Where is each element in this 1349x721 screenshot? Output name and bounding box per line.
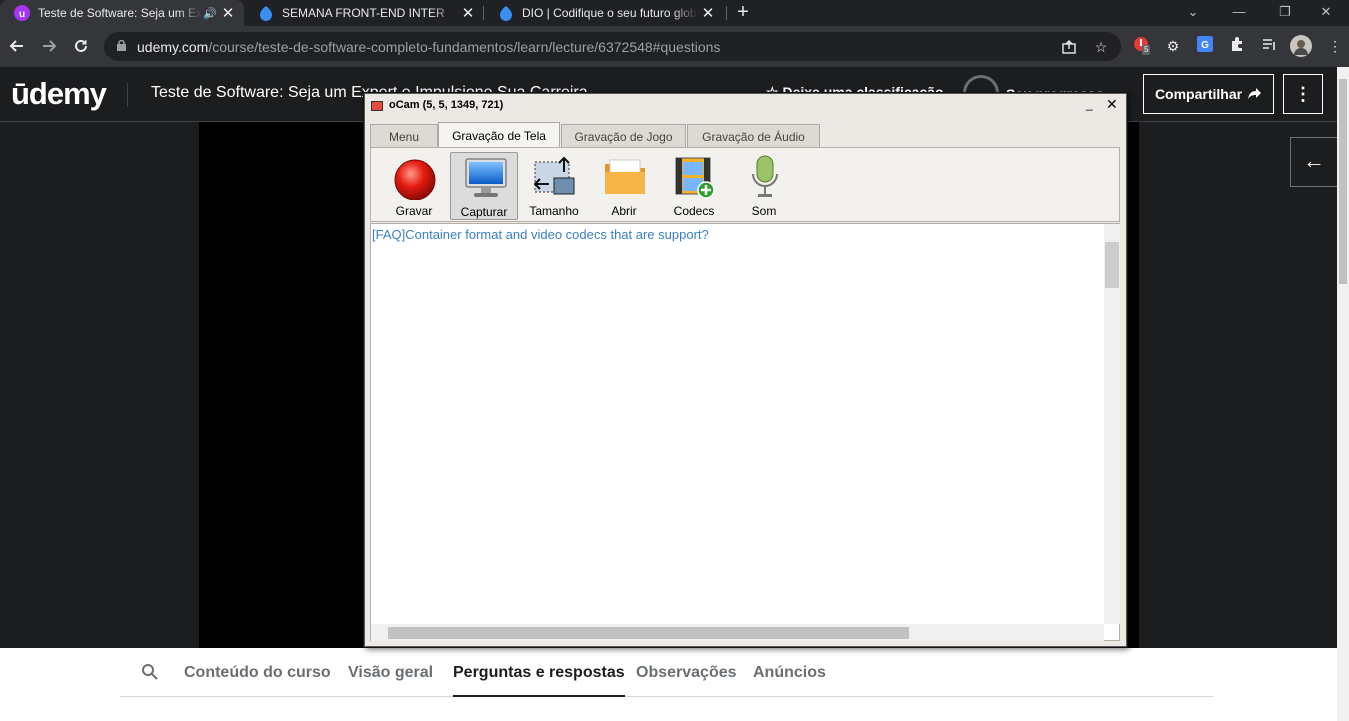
share-arrow-icon	[1248, 88, 1262, 99]
back-arrow-icon[interactable]: ←	[1290, 137, 1338, 187]
share-button[interactable]: Compartilhar	[1143, 74, 1274, 114]
tab-overview[interactable]: Visão geral	[348, 664, 433, 682]
sound-button[interactable]: Som	[730, 152, 798, 220]
ocam-app-icon	[371, 101, 383, 111]
ocam-horizontal-scrollbar[interactable]	[371, 624, 1104, 641]
record-icon	[394, 159, 436, 200]
tab-announcements[interactable]: Anúncios	[753, 664, 826, 682]
codecs-button[interactable]: Codecs	[660, 152, 728, 220]
course-tabs-section: Conteúdo do curso Visão geral Perguntas …	[0, 648, 1337, 721]
bookmark-star-icon[interactable]: ☆	[1091, 37, 1111, 57]
scrollbar-thumb[interactable]	[388, 627, 909, 639]
resize-button[interactable]: Tamanho	[520, 152, 588, 220]
dio-favicon-icon	[258, 5, 274, 21]
tab-search-button[interactable]: ⌄	[1170, 0, 1216, 26]
record-label: Gravar	[395, 204, 433, 218]
svg-text:u: u	[19, 9, 25, 20]
header-divider	[127, 83, 128, 107]
translate-icon[interactable]: G	[1195, 36, 1215, 56]
gear-icon[interactable]: ⚙	[1163, 36, 1183, 56]
resize-label: Tamanho	[529, 204, 579, 218]
back-button[interactable]	[5, 34, 29, 58]
ocam-minimize-button[interactable]: _	[1086, 97, 1093, 111]
new-tab-button[interactable]: +	[732, 0, 754, 26]
address-bar[interactable]: udemy.com/course/teste-de-software-compl…	[104, 32, 1121, 61]
udemy-favicon-icon: u	[14, 5, 30, 21]
ocam-content-panel: [FAQ]Container format and video codecs t…	[370, 223, 1120, 641]
ocam-window: oCam (5, 5, 1349, 721) _ ✕ Menu Gravação…	[364, 93, 1127, 647]
reload-button[interactable]	[69, 34, 93, 58]
close-window-button[interactable]: ✕	[1303, 0, 1349, 26]
tab-screen-recording[interactable]: Gravação de Tela	[438, 122, 560, 149]
resize-icon	[533, 156, 575, 195]
faq-link[interactable]: [FAQ]Container format and video codecs t…	[372, 227, 709, 242]
close-tab-icon[interactable]: ✕	[458, 4, 478, 22]
ocam-titlebar[interactable]: oCam (5, 5, 1349, 721) _ ✕	[365, 94, 1126, 117]
browser-tab-udemy[interactable]: u Teste de Software: Seja um Expert e Im…	[0, 0, 244, 26]
svg-text:G: G	[1201, 40, 1209, 51]
capture-label: Capturar	[460, 205, 508, 219]
tab-questions[interactable]: Perguntas e respostas	[453, 664, 625, 697]
dio-favicon-icon	[498, 5, 514, 21]
more-options-button[interactable]: ⋮	[1283, 74, 1323, 114]
arrow-left-icon	[9, 40, 23, 52]
open-label: Abrir	[611, 204, 637, 218]
extension-adblock-icon[interactable]: 5	[1131, 36, 1151, 56]
reload-icon	[75, 39, 87, 52]
ocam-toolbar: Gravar Capturar Tamanho Abrir Codecs Som	[370, 147, 1120, 222]
tab-notes[interactable]: Observações	[636, 664, 737, 682]
record-button[interactable]: Gravar	[380, 152, 448, 220]
tab-menu[interactable]: Menu	[370, 124, 438, 148]
ocam-vertical-scrollbar[interactable]	[1104, 224, 1120, 624]
browser-tab-semana[interactable]: SEMANA FRONT-END INTER ✕	[244, 0, 484, 26]
browser-tab-title: DIO | Codifique o seu futuro global	[522, 6, 698, 20]
sound-label: Som	[751, 204, 777, 218]
monitor-icon	[465, 158, 507, 197]
search-icon[interactable]	[141, 663, 159, 681]
browser-tab-dio[interactable]: DIO | Codifique o seu futuro global ✕	[484, 0, 724, 26]
codecs-icon	[675, 157, 715, 199]
ocam-close-button[interactable]: ✕	[1106, 96, 1118, 113]
folder-icon	[605, 159, 645, 194]
close-tab-icon[interactable]: ✕	[218, 4, 238, 22]
tab-separator	[726, 6, 727, 20]
profile-avatar[interactable]	[1290, 35, 1312, 57]
microphone-icon	[752, 155, 778, 197]
share-label: Compartilhar	[1154, 86, 1243, 102]
arrow-right-icon	[43, 40, 57, 52]
reading-list-icon[interactable]	[1259, 36, 1279, 56]
browser-toolbar: udemy.com/course/teste-de-software-compl…	[0, 26, 1349, 67]
page-scrollbar[interactable]	[1337, 67, 1349, 721]
speaker-icon[interactable]: 🔊	[202, 7, 218, 20]
open-button[interactable]: Abrir	[590, 152, 658, 220]
share-page-icon[interactable]	[1059, 37, 1079, 57]
tab-course-content[interactable]: Conteúdo do curso	[184, 664, 331, 682]
url-text: udemy.com/course/teste-de-software-compl…	[137, 39, 721, 55]
maximize-button[interactable]: ❐	[1262, 0, 1308, 26]
browser-tab-strip: u Teste de Software: Seja um Expert e Im…	[0, 0, 1349, 26]
browser-tab-title: Teste de Software: Seja um Expert e Impu…	[38, 6, 202, 20]
ocam-title: oCam (5, 5, 1349, 721)	[389, 99, 504, 111]
lock-icon	[117, 40, 126, 51]
forward-button[interactable]	[37, 34, 61, 58]
chrome-menu-icon[interactable]: ⋮	[1325, 36, 1345, 56]
extension-badge: 5	[1142, 45, 1151, 55]
browser-tab-title: SEMANA FRONT-END INTER	[282, 6, 445, 20]
codecs-label: Codecs	[673, 204, 715, 218]
minimize-button[interactable]: —	[1216, 0, 1262, 26]
tab-game-recording[interactable]: Gravação de Jogo	[561, 124, 686, 148]
course-tabs: Conteúdo do curso Visão geral Perguntas …	[120, 648, 1213, 697]
udemy-logo[interactable]: ūdemy	[11, 76, 107, 112]
scrollbar-thumb[interactable]	[1105, 242, 1119, 288]
puzzle-extensions-icon[interactable]	[1227, 36, 1247, 56]
tab-audio-recording[interactable]: Gravação de Áudio	[687, 124, 820, 148]
scrollbar-thumb[interactable]	[1339, 79, 1347, 284]
close-tab-icon[interactable]: ✕	[698, 4, 718, 22]
capture-button[interactable]: Capturar	[450, 152, 518, 220]
